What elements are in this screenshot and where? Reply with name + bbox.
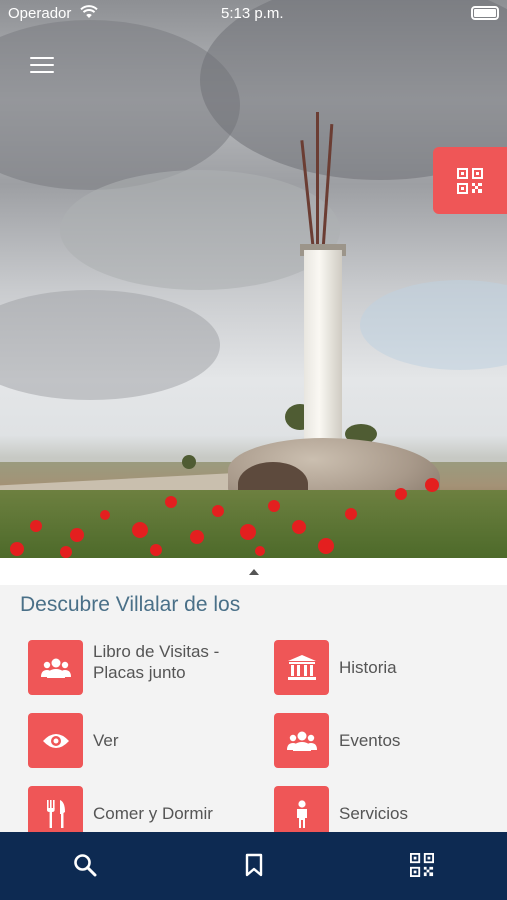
people-icon [286,731,317,751]
carrier-label: Operador [8,5,72,22]
status-bar: Operador 5:13 p.m. [0,0,507,28]
hero-photo [0,0,507,558]
bookmark-icon [245,853,263,877]
qr-code-icon [410,853,434,877]
poppy [240,524,256,540]
poppy [212,505,224,517]
panel-title: Descubre Villalar de los [20,593,241,616]
clock: 5:13 p.m. [221,5,284,22]
eye-icon [42,733,69,748]
poppy [318,538,334,554]
nav-search-button[interactable] [72,852,98,878]
menu-item-icon-box [274,713,329,768]
poppy [100,510,110,520]
poppy [345,508,357,520]
panel-drag-handle[interactable] [0,558,507,585]
poppy [425,478,439,492]
menu-item-icon-box [274,640,329,695]
discover-panel: Descubre Villalar de los Libro de Visita… [0,558,507,841]
menu-item-eventos[interactable]: Eventos [274,713,489,768]
poppy [60,546,72,558]
cutlery-icon [46,799,65,828]
poppy [10,542,24,556]
menu-icon[interactable] [30,57,54,77]
people-icon [40,658,71,678]
chevron-up-icon [248,568,259,575]
cloud [0,20,240,190]
battery-icon [471,6,499,20]
obelisk-spike [316,112,319,248]
poppy [150,544,162,556]
poppy [30,520,42,532]
menu-item-label: Ver [93,731,119,750]
menu-item-label: Eventos [339,731,401,750]
nav-qr-button[interactable] [409,852,435,878]
obelisk [304,250,342,455]
menu-item-icon-box [28,640,83,695]
poppy [132,522,148,538]
person-icon [296,799,307,828]
cloud [0,290,220,400]
menu-item-label: Historia [339,658,397,677]
menu-item-icon-box [28,713,83,768]
tree [182,455,196,469]
poppy [190,530,204,544]
bottom-nav [0,832,507,900]
search-icon [74,854,97,877]
poppy [395,488,407,500]
menu-item-libro-visitas[interactable]: Libro de Visitas -Placas junto Obelisco [28,640,243,695]
poppy [70,528,84,542]
poppy [255,546,265,556]
qr-code-icon [457,167,483,194]
menu-item-label: Libro de Visitas -Placas junto Obelisco [93,642,220,682]
poppy [292,520,306,534]
cloud [60,170,340,290]
poppy [268,500,280,512]
museum-icon [287,654,316,680]
flower-bed [0,490,507,558]
menu-item-historia[interactable]: Historia [274,640,489,695]
poppy [165,496,177,508]
qr-scan-button[interactable] [433,147,507,214]
wifi-icon [80,5,98,18]
sky-patch [360,280,507,370]
nav-bookmark-button[interactable] [241,852,267,878]
menu-item-ver[interactable]: Ver [28,713,243,768]
